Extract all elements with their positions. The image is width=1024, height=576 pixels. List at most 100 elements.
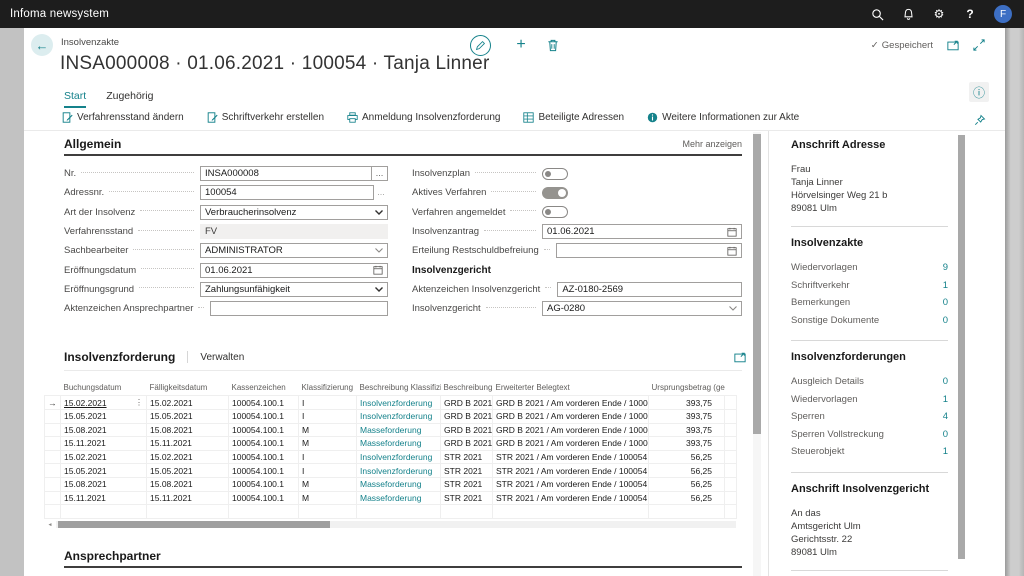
cell-faelligkeitsdatum[interactable]: 15.05.2021 — [146, 463, 229, 478]
calendar-icon[interactable] — [727, 227, 737, 237]
cell-faelligkeitsdatum[interactable]: 15.11.2021 — [146, 436, 229, 451]
toggle-insolvenzplan[interactable] — [542, 167, 568, 180]
cell-beschreibung-klassifizierung[interactable]: Masseforderung — [356, 436, 441, 451]
cell-klassifizierung[interactable]: I — [298, 463, 357, 478]
cell-erweiterter_belegtext[interactable]: STR 2021 / Am vorderen Ende / 100054.100… — [492, 476, 649, 492]
col-header-buchungsdatum[interactable]: Buchungsdatum — [61, 379, 147, 396]
cell-erweiterter_belegtext[interactable]: STR 2021 / Am vorderen Ende / 100054.100… — [492, 490, 649, 506]
action-verfahrensstand-ndern[interactable]: Verfahrensstand ändern — [62, 112, 184, 123]
cell-buchungsdatum[interactable]: 15.11.2021 — [60, 436, 147, 451]
notifications-icon[interactable] — [901, 7, 915, 21]
pin-icon[interactable] — [974, 114, 986, 126]
cell-faelligkeitsdatum[interactable]: 15.02.2021 — [146, 449, 229, 465]
cell-beschreibung[interactable]: GRD B 2021 — [440, 408, 493, 424]
table-row-empty[interactable] — [44, 504, 737, 519]
cell-buchungsdatum[interactable]: 15.05.2021 — [60, 408, 147, 424]
cell-beschreibung-klassifizierung[interactable]: Masseforderung — [356, 422, 441, 438]
cell-faelligkeitsdatum[interactable]: 15.08.2021 — [146, 422, 229, 438]
cell-kassenzeichen[interactable]: 100054.100.1 — [228, 408, 299, 424]
cell-beschreibung[interactable]: STR 2021 — [440, 463, 493, 478]
cell-beschreibung-klassifizierung[interactable]: Masseforderung — [356, 476, 441, 492]
settings-gear-icon[interactable]: ⚙ — [932, 7, 946, 21]
klassifizierung-link[interactable]: Insolvenzforderung — [360, 411, 432, 421]
attributes-info-button[interactable]: ⓘ — [969, 82, 989, 102]
tab-start[interactable]: Start — [64, 90, 87, 108]
col-header-beschreibung_klassifizierung[interactable]: Beschreibung Klassifizierung — [357, 379, 441, 396]
cell-beschreibung[interactable]: STR 2021 — [440, 476, 493, 492]
klassifizierung-link[interactable]: Insolvenzforderung — [360, 452, 432, 462]
cell-klassifizierung[interactable]: I — [298, 395, 357, 410]
cell-erweiterter_belegtext[interactable]: GRD B 2021 / Am vorderen Ende / 100054.1… — [492, 395, 649, 410]
new-button[interactable]: + — [512, 35, 530, 55]
col-header-erweiterter_belegtext[interactable]: Erweiterter Belegtext — [493, 379, 649, 396]
toggle-verfahren-angemeldet[interactable] — [542, 206, 568, 219]
assist-edit-button[interactable]: … — [372, 166, 388, 182]
cell-ursprungsbetrag[interactable]: 56,25 — [648, 490, 725, 506]
input-insolvenzgericht[interactable]: AG-0280 — [542, 301, 742, 317]
factbox-item-count[interactable]: 1 — [943, 280, 948, 291]
input-er-ffnungsgrund[interactable]: Zahlungsunfähigkeit — [200, 281, 388, 297]
edit-button[interactable] — [470, 35, 491, 56]
cell-erweiterter_belegtext[interactable]: GRD B 2021 / Am vorderen Ende / 100054.1… — [492, 422, 649, 438]
show-more-link[interactable]: Mehr anzeigen — [682, 139, 742, 149]
breadcrumb[interactable]: Insolvenzakte — [61, 37, 119, 48]
cell-buchungsdatum[interactable]: 15.02.2021 ⋮ — [60, 395, 147, 410]
row-menu-icon[interactable]: ⋮ — [135, 398, 143, 407]
cell-ursprungsbetrag[interactable]: 393,75 — [648, 408, 725, 424]
chevron-down-icon[interactable] — [375, 248, 383, 254]
cell-ursprungsbetrag[interactable]: 56,25 — [648, 463, 725, 478]
col-header-klassifizierung[interactable]: Klassifizierung — [299, 379, 357, 396]
cell-erweiterter_belegtext[interactable]: STR 2021 / Am vorderen Ende / 100054.100… — [492, 463, 649, 478]
cell-faelligkeitsdatum[interactable]: 15.11.2021 — [146, 490, 229, 506]
factbox-item-count[interactable]: 9 — [943, 262, 948, 273]
table-row[interactable]: 15.11.2021 15.11.2021 100054.100.1 M Massefo… — [44, 490, 737, 506]
input-art-der-insolvenz[interactable]: Verbraucherinsolvenz — [200, 204, 388, 220]
factbox-item-count[interactable]: 1 — [943, 394, 948, 405]
cell-erweiterter_belegtext[interactable]: GRD B 2021 / Am vorderen Ende / 100054.1… — [492, 436, 649, 451]
action-schriftverkehr-erstellen[interactable]: Schriftverkehr erstellen — [207, 112, 324, 123]
verwalten-menu[interactable]: Verwalten — [200, 352, 244, 363]
cell-ursprungsbetrag[interactable]: 393,75 — [648, 436, 725, 451]
chevron-down-icon[interactable] — [375, 286, 383, 292]
cell-erweiterter_belegtext[interactable]: STR 2021 / Am vorderen Ende / 100054.100… — [492, 449, 649, 465]
col-header-ursprungsbetrag[interactable]: Ursprungsbetrag (gesplittet) — [649, 379, 725, 396]
klassifizierung-link[interactable]: Masseforderung — [360, 493, 421, 503]
cell-klassifizierung[interactable]: M — [298, 490, 357, 506]
cell-klassifizierung[interactable]: I — [298, 449, 357, 465]
search-icon[interactable] — [870, 7, 884, 21]
col-header-kassenzeichen[interactable]: Kassenzeichen — [229, 379, 299, 396]
input-nr-[interactable]: INSA000008 — [200, 166, 372, 182]
cell-beschreibung[interactable]: STR 2021 — [440, 449, 493, 465]
klassifizierung-link[interactable]: Insolvenzforderung — [360, 466, 432, 476]
cell-kassenzeichen[interactable]: 100054.100.1 — [228, 395, 299, 410]
back-button[interactable]: ← — [31, 34, 53, 56]
toggle-aktives-verfahren[interactable] — [542, 186, 568, 199]
klassifizierung-link[interactable]: Masseforderung — [360, 479, 421, 489]
klassifizierung-link[interactable]: Masseforderung — [360, 438, 421, 448]
cell-ursprungsbetrag[interactable]: 56,25 — [648, 476, 725, 492]
cell-erweiterter_belegtext[interactable]: GRD B 2021 / Am vorderen Ende / 100054.1… — [492, 408, 649, 424]
cell-faelligkeitsdatum[interactable]: 15.02.2021 — [146, 395, 229, 410]
cell-kassenzeichen[interactable]: 100054.100.1 — [228, 476, 299, 492]
cell-klassifizierung[interactable]: I — [298, 408, 357, 424]
tab-zugehörig[interactable]: Zugehörig — [106, 90, 153, 108]
cell-kassenzeichen[interactable]: 100054.100.1 — [228, 422, 299, 438]
chevron-down-icon[interactable] — [375, 209, 383, 215]
klassifizierung-link[interactable]: Masseforderung — [360, 425, 421, 435]
hscroll-left-arrow[interactable]: ◄ — [44, 522, 56, 528]
help-icon[interactable]: ? — [963, 7, 977, 21]
table-row[interactable]: 15.11.2021 15.11.2021 100054.100.1 M Massefo… — [44, 436, 737, 451]
col-header-beschreibung[interactable]: Beschreibung — [441, 379, 493, 396]
factbox-item-count[interactable]: 0 — [943, 315, 948, 326]
main-vscrollbar[interactable] — [753, 132, 761, 576]
cell-klassifizierung[interactable]: M — [298, 422, 357, 438]
cell-ursprungsbetrag[interactable]: 393,75 — [648, 395, 725, 410]
cell-buchungsdatum[interactable]: 15.11.2021 — [60, 490, 147, 506]
cell-ursprungsbetrag[interactable]: 56,25 — [648, 449, 725, 465]
input-adressnr-[interactable]: 100054 — [200, 185, 374, 201]
table-row[interactable]: 15.05.2021 15.05.2021 100054.100.1 I Insolve… — [44, 463, 737, 478]
action-beteiligte-adressen[interactable]: Beteiligte Adressen — [523, 112, 624, 123]
cell-beschreibung[interactable]: STR 2021 — [440, 490, 493, 506]
input-er-ffnungsdatum[interactable]: 01.06.2021 — [200, 262, 388, 278]
cell-buchungsdatum[interactable]: 15.08.2021 — [60, 422, 147, 438]
